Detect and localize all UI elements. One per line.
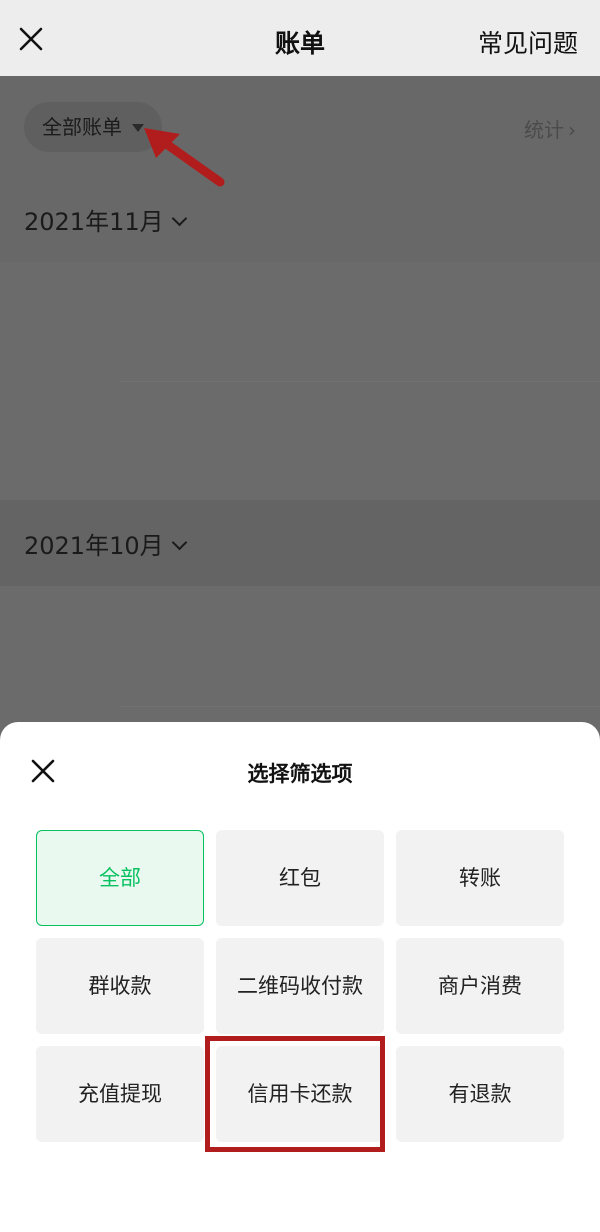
month-label: 2021年10月	[24, 532, 164, 560]
month-selector-nov[interactable]: 2021年11月	[24, 202, 187, 237]
month-label: 2021年11月	[24, 208, 164, 236]
divider	[120, 381, 600, 382]
bill-filter-label: 全部账单	[42, 115, 122, 139]
filter-sheet: 选择筛选项 全部 红包 转账 群收款 二维码收付款 商户消费 充值提现 信用卡还…	[0, 722, 600, 1232]
stats-link[interactable]: 统计 ›	[524, 114, 576, 143]
filter-option-red-packet[interactable]: 红包	[216, 830, 384, 926]
chevron-down-icon	[171, 534, 187, 551]
chevron-down-icon	[171, 210, 187, 227]
stats-label: 统计	[524, 118, 564, 142]
filter-option-all[interactable]: 全部	[36, 830, 204, 926]
filter-option-transfer[interactable]: 转账	[396, 830, 564, 926]
filter-option-topup-withdraw[interactable]: 充值提现	[36, 1046, 204, 1142]
filter-option-group-collect[interactable]: 群收款	[36, 938, 204, 1034]
annotation-highlight-box	[205, 1036, 385, 1152]
month-selector-oct[interactable]: 2021年10月	[24, 526, 187, 561]
sheet-title: 选择筛选项	[247, 762, 353, 786]
nav-bar: 账单 常见问题	[0, 0, 600, 76]
filter-option-qr-payment[interactable]: 二维码收付款	[216, 938, 384, 1034]
annotation-arrow-icon	[144, 128, 225, 187]
faq-button[interactable]: 常见问题	[478, 24, 578, 60]
chevron-right-icon: ›	[568, 118, 576, 142]
divider	[120, 706, 600, 707]
filter-option-refund[interactable]: 有退款	[396, 1046, 564, 1142]
filter-option-merchant[interactable]: 商户消费	[396, 938, 564, 1034]
